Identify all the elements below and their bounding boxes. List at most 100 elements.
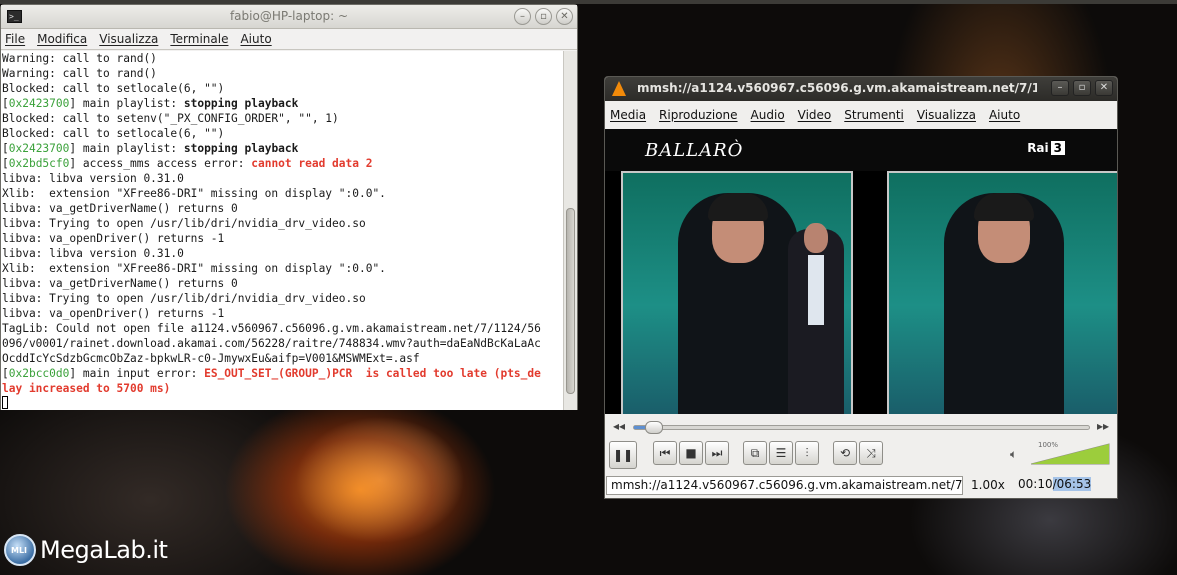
menu-riproduzione[interactable]: Riproduzione bbox=[659, 108, 738, 122]
terminal-text: 0x2bd5cf0 bbox=[8, 157, 70, 170]
terminal-line: Warning: call to rand() bbox=[2, 66, 563, 81]
speaker-icon[interactable]: 🔈︎ bbox=[1010, 447, 1017, 462]
terminal-text: ] main playlist: bbox=[69, 142, 184, 155]
stop-button[interactable]: ■ bbox=[679, 441, 703, 465]
extended-settings-button[interactable]: ⫶ bbox=[795, 441, 819, 465]
terminal-scroll-thumb[interactable] bbox=[566, 208, 575, 394]
shuffle-button[interactable]: ⤨ bbox=[859, 441, 883, 465]
terminal-text: [ bbox=[2, 157, 9, 170]
previous-icon: ⏮ bbox=[659, 446, 671, 460]
video-area[interactable]: BALLARÒ Rai 3 bbox=[605, 129, 1117, 414]
menu-modifica[interactable]: Modifica bbox=[37, 32, 87, 46]
fullscreen-button[interactable]: ⧉ bbox=[743, 441, 767, 465]
seek-forward-icon[interactable]: ▸▸ bbox=[1097, 419, 1109, 433]
terminal-text: libva: Trying to open /usr/lib/dri/nvidi… bbox=[2, 217, 366, 230]
channel-logo: Rai 3 bbox=[1027, 141, 1065, 155]
seek-back-icon[interactable]: ◂◂ bbox=[613, 419, 625, 433]
seek-handle[interactable] bbox=[645, 421, 664, 434]
video-header: BALLARÒ Rai 3 bbox=[605, 129, 1117, 171]
terminal-text: libva: va_getDriverName() returns 0 bbox=[2, 202, 238, 215]
terminal-text: OcddIcYcSdzbGcmcObZaz-bpkwLR-c0-JmywxEu&… bbox=[2, 352, 420, 365]
terminal-line: OcddIcYcSdzbGcmcObZaz-bpkwLR-c0-JmywxEu&… bbox=[2, 351, 563, 366]
terminal-line: [0x2423700] main playlist: stopping play… bbox=[2, 96, 563, 111]
playlist-icon: ☰ bbox=[775, 446, 787, 460]
terminal-line: Blocked: call to setenv("_PX_CONFIG_ORDE… bbox=[2, 111, 563, 126]
terminal-line: libva: libva version 0.31.0 bbox=[2, 246, 563, 261]
pause-icon: ❚❚ bbox=[612, 448, 634, 462]
terminal-title: fabio@HP-laptop: ~ bbox=[229, 9, 349, 23]
menu-audio[interactable]: Audio bbox=[751, 108, 785, 122]
terminal-text: cannot read data 2 bbox=[251, 157, 373, 170]
stop-icon: ■ bbox=[685, 446, 697, 460]
terminal-text: ES_OUT_SET_(GROUP_)PCR is called too lat… bbox=[204, 367, 541, 380]
terminal-line: [0x2423700] main playlist: stopping play… bbox=[2, 141, 563, 156]
playlist-button[interactable]: ☰ bbox=[769, 441, 793, 465]
terminal-text: TagLib: Could not open file a1124.v56096… bbox=[2, 322, 541, 335]
terminal-line: 096/v0001/rainet.download.akamai.com/562… bbox=[2, 336, 563, 351]
loop-icon: ⟲ bbox=[839, 446, 851, 460]
next-button[interactable]: ⏭ bbox=[705, 441, 729, 465]
megalab-badge: MLI bbox=[11, 546, 28, 555]
video-screen-right bbox=[887, 171, 1117, 414]
pause-button[interactable]: ❚❚ bbox=[609, 441, 637, 469]
terminal-text: stopping playback bbox=[183, 97, 299, 110]
playback-speed[interactable]: 1.00x bbox=[971, 478, 1005, 492]
terminal-text: Warning: call to rand() bbox=[2, 67, 157, 80]
close-icon[interactable]: ✕ bbox=[1095, 80, 1113, 96]
seek-progress bbox=[634, 426, 646, 429]
menu-terminale[interactable]: Terminale bbox=[170, 32, 228, 46]
terminal-scrollbar[interactable] bbox=[563, 51, 577, 410]
total-time: /06:53 bbox=[1052, 477, 1092, 491]
menu-aiuto[interactable]: Aiuto bbox=[989, 108, 1020, 122]
terminal-text: libva: Trying to open /usr/lib/dri/nvidi… bbox=[2, 292, 366, 305]
vlc-titlebar[interactable]: mmsh://a1124.v560967.c56096.g.vm.akamais… bbox=[605, 77, 1117, 101]
time-display[interactable]: 00:10/06:53 bbox=[1015, 476, 1095, 495]
previous-button[interactable]: ⏮ bbox=[653, 441, 677, 465]
terminal-line: libva: va_openDriver() returns -1 bbox=[2, 231, 563, 246]
channel-number: 3 bbox=[1050, 141, 1065, 155]
terminal-line: libva: va_openDriver() returns -1 bbox=[2, 306, 563, 321]
terminal-text: Xlib: extension "XFree86-DRI" missing on… bbox=[2, 187, 386, 200]
terminal-text: [ bbox=[2, 367, 9, 380]
terminal-text: Blocked: call to setenv("_PX_CONFIG_ORDE… bbox=[2, 112, 339, 125]
terminal-text: libva: va_openDriver() returns -1 bbox=[2, 232, 225, 245]
menu-file[interactable]: File bbox=[5, 32, 25, 46]
menu-strumenti[interactable]: Strumenti bbox=[844, 108, 904, 122]
maximize-icon[interactable]: ▫ bbox=[535, 8, 552, 25]
terminal-line: [0x2bd5cf0] access_mms access error: can… bbox=[2, 156, 563, 171]
seek-bar[interactable] bbox=[633, 421, 1090, 434]
terminal-text: Blocked: call to setlocale(6, "") bbox=[2, 82, 225, 95]
vlc-cone-icon bbox=[612, 81, 626, 96]
fullscreen-icon: ⧉ bbox=[750, 446, 760, 460]
host-figure bbox=[788, 223, 844, 414]
channel-name: Rai bbox=[1027, 141, 1049, 155]
terminal-text: ] main input error: bbox=[69, 367, 205, 380]
loop-button[interactable]: ⟲ bbox=[833, 441, 857, 465]
seek-bar-row: ◂◂ ▸▸ bbox=[605, 417, 1117, 437]
minimize-icon[interactable]: – bbox=[514, 8, 531, 25]
terminal-output[interactable]: Warning: call to rand() Warning: call to … bbox=[1, 51, 563, 410]
terminal-text: 0x2423700 bbox=[8, 97, 70, 110]
terminal-line: Xlib: extension "XFree86-DRI" missing on… bbox=[2, 261, 563, 276]
terminal-line: Warning: call to rand() bbox=[2, 51, 563, 66]
terminal-titlebar[interactable]: >_ fabio@HP-laptop: ~ – ▫ ✕ bbox=[1, 5, 577, 29]
close-icon[interactable]: ✕ bbox=[556, 8, 573, 25]
terminal-line: lay increased to 5700 ms) bbox=[2, 381, 563, 396]
menu-media[interactable]: Media bbox=[610, 108, 646, 122]
media-url-field[interactable]: mmsh://a1124.v560967.c56096.g.vm.akamais… bbox=[606, 476, 963, 495]
terminal-prompt-line[interactable] bbox=[2, 396, 563, 410]
terminal-text: Blocked: call to setlocale(6, "") bbox=[2, 127, 225, 140]
menu-aiuto[interactable]: Aiuto bbox=[240, 32, 271, 46]
volume-percent: 100% bbox=[1038, 441, 1059, 449]
guest-figure bbox=[944, 193, 1064, 414]
megalab-logo-icon: MLI bbox=[4, 534, 36, 566]
maximize-icon[interactable]: ▫ bbox=[1073, 80, 1091, 96]
terminal-text: Warning: call to rand() bbox=[2, 52, 157, 65]
terminal-text: libva: libva version 0.31.0 bbox=[2, 172, 184, 185]
megalab-brand: MegaLab.it bbox=[40, 536, 168, 564]
terminal-text: libva: va_openDriver() returns -1 bbox=[2, 307, 225, 320]
menu-visualizza[interactable]: Visualizza bbox=[99, 32, 158, 46]
minimize-icon[interactable]: – bbox=[1051, 80, 1069, 96]
menu-video[interactable]: Video bbox=[798, 108, 832, 122]
menu-visualizza[interactable]: Visualizza bbox=[917, 108, 976, 122]
